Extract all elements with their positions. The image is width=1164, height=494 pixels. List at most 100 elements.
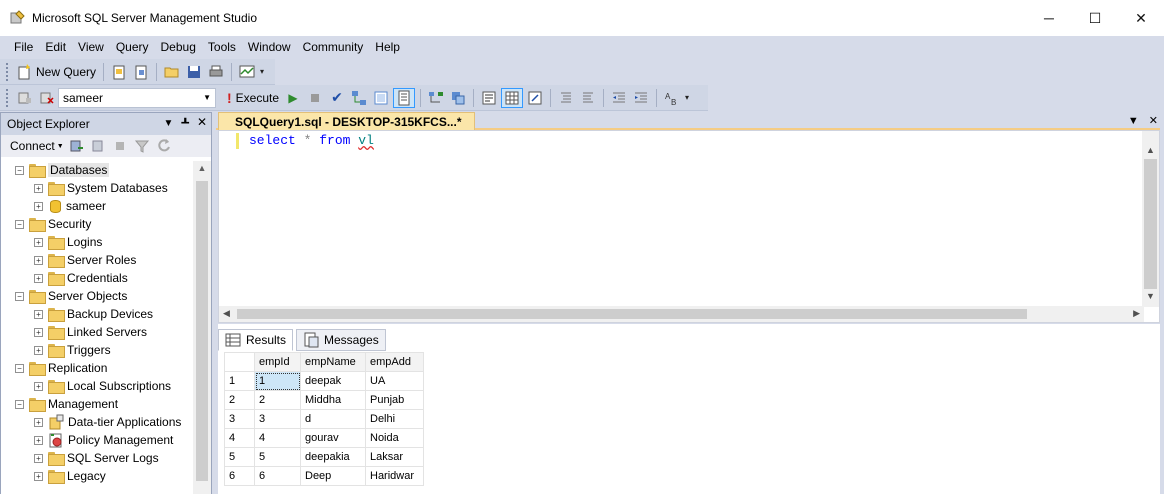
expand-icon[interactable]: +: [34, 327, 43, 337]
available-databases-select[interactable]: sameer ▼: [58, 87, 216, 108]
cell-empadd[interactable]: Haridwar: [365, 466, 424, 486]
decrease-indent-button[interactable]: [609, 88, 629, 108]
tree-node[interactable]: − Security: [1, 215, 193, 233]
parse-button[interactable]: ✔: [327, 88, 347, 108]
expand-icon[interactable]: +: [34, 435, 43, 445]
cell-empadd[interactable]: Noida: [365, 428, 424, 448]
activity-monitor-button[interactable]: [237, 62, 257, 82]
open-file-button[interactable]: [162, 62, 182, 82]
database-engine-query-button[interactable]: [109, 62, 129, 82]
toolbar-grip[interactable]: [6, 88, 10, 107]
cell-empname[interactable]: Deep: [300, 466, 366, 486]
connect-dropdown-button[interactable]: Connect ▼: [10, 136, 64, 156]
collapse-icon[interactable]: −: [15, 165, 24, 175]
results-to-grid-button[interactable]: [393, 87, 416, 108]
chevron-up-icon[interactable]: ▲: [193, 163, 211, 173]
chevron-up-icon[interactable]: ▲: [1146, 145, 1155, 155]
cell-empname[interactable]: deepak: [300, 371, 366, 391]
editor-horizontal-scrollbar[interactable]: ◀ ▶: [219, 306, 1144, 322]
menu-edit[interactable]: Edit: [39, 36, 72, 58]
disconnect-button[interactable]: [37, 88, 57, 108]
column-header-empid[interactable]: empId: [254, 352, 301, 372]
collapse-icon[interactable]: −: [15, 291, 24, 301]
object-explorer-scrollbar[interactable]: ▲: [193, 161, 211, 494]
tree-node[interactable]: + SQL Server Logs: [1, 449, 193, 467]
toolbar-grip[interactable]: [6, 62, 10, 81]
chevron-down-icon[interactable]: ▼: [1146, 291, 1155, 301]
cell-empname[interactable]: Middha: [300, 390, 366, 410]
toolbar-overflow-icon[interactable]: ▾: [260, 67, 264, 76]
cell-empid[interactable]: 3: [254, 409, 301, 429]
chevron-right-icon[interactable]: ▶: [1133, 308, 1140, 319]
connect-button[interactable]: [15, 88, 35, 108]
stop-button[interactable]: [110, 136, 130, 156]
menu-file[interactable]: File: [8, 36, 39, 58]
menu-view[interactable]: View: [72, 36, 110, 58]
comment-button[interactable]: [556, 88, 576, 108]
tab-list-icon[interactable]: ▼: [1128, 112, 1139, 130]
tree-node[interactable]: + Local Subscriptions: [1, 377, 193, 395]
expand-icon[interactable]: +: [34, 471, 43, 481]
increase-indent-button[interactable]: [631, 88, 651, 108]
table-row[interactable]: 3 3 d Delhi: [224, 409, 424, 429]
column-header-empadd[interactable]: empAdd: [365, 352, 424, 372]
results-to-grid-alt-button[interactable]: [501, 87, 524, 108]
cell-empid[interactable]: 5: [254, 447, 301, 467]
close-tab-icon[interactable]: ✕: [1149, 112, 1158, 130]
column-header-empname[interactable]: empName: [300, 352, 366, 372]
cell-empid[interactable]: 6: [254, 466, 301, 486]
editor-vertical-scrollbar[interactable]: ▲ ▼: [1142, 131, 1159, 307]
menu-debug[interactable]: Debug: [155, 36, 202, 58]
cell-empadd[interactable]: Punjab: [365, 390, 424, 410]
execute-button[interactable]: ! Execute: [225, 88, 281, 108]
debug-button[interactable]: ▶: [283, 88, 303, 108]
close-icon[interactable]: ✕: [197, 115, 207, 133]
table-row[interactable]: 1 1 deepak UA: [224, 371, 424, 391]
menu-tools[interactable]: Tools: [202, 36, 242, 58]
row-number-cell[interactable]: 4: [224, 428, 255, 448]
cell-empname[interactable]: gourav: [300, 428, 366, 448]
chevron-left-icon[interactable]: ◀: [223, 308, 230, 319]
tree-node[interactable]: + System Databases: [1, 179, 193, 197]
table-row[interactable]: 6 6 Deep Haridwar: [224, 466, 424, 486]
save-button[interactable]: [184, 62, 204, 82]
tree-node[interactable]: + Backup Devices: [1, 305, 193, 323]
expand-icon[interactable]: +: [34, 183, 43, 193]
query-editor[interactable]: select * from vl ▲ ▼ ◀ ▶: [218, 130, 1160, 323]
collapse-icon[interactable]: −: [15, 363, 24, 373]
expand-icon[interactable]: +: [34, 345, 43, 355]
cell-empid[interactable]: 1: [254, 371, 301, 391]
tree-node[interactable]: + Data-tier Applications: [1, 413, 193, 431]
print-button[interactable]: [206, 62, 226, 82]
close-button[interactable]: ✕: [1118, 0, 1164, 36]
tree-node[interactable]: + Legacy: [1, 467, 193, 485]
menu-window[interactable]: Window: [242, 36, 297, 58]
sql-code[interactable]: select * from vl: [249, 133, 374, 149]
expand-icon[interactable]: +: [34, 237, 43, 247]
oe-connect-button[interactable]: [66, 136, 86, 156]
expand-icon[interactable]: +: [34, 381, 43, 391]
tree-node[interactable]: + Triggers: [1, 341, 193, 359]
table-row[interactable]: 4 4 gourav Noida: [224, 428, 424, 448]
row-number-cell[interactable]: 1: [224, 371, 255, 391]
window-position-icon[interactable]: ▼: [164, 115, 174, 133]
tree-node[interactable]: + Linked Servers: [1, 323, 193, 341]
specify-template-values-button[interactable]: AB: [662, 88, 682, 108]
row-number-header[interactable]: [224, 352, 255, 372]
row-number-cell[interactable]: 5: [224, 447, 255, 467]
tree-node[interactable]: + Policy Management: [1, 431, 193, 449]
expand-icon[interactable]: +: [34, 453, 43, 463]
tree-node[interactable]: − Management: [1, 395, 193, 413]
collapse-icon[interactable]: −: [15, 219, 24, 229]
tree-node[interactable]: + Credentials: [1, 269, 193, 287]
tab-results[interactable]: Results: [218, 329, 294, 351]
menu-community[interactable]: Community: [297, 36, 370, 58]
query-tab[interactable]: SQLQuery1.sql - DESKTOP-315KFCS...*: [218, 112, 475, 130]
cancel-query-button[interactable]: [305, 88, 325, 108]
client-statistics-button[interactable]: [448, 88, 468, 108]
collapse-icon[interactable]: −: [15, 399, 24, 409]
table-row[interactable]: 2 2 Middha Punjab: [224, 390, 424, 410]
tree-node[interactable]: − Databases: [1, 161, 193, 179]
cell-empadd[interactable]: Laksar: [365, 447, 424, 467]
menu-help[interactable]: Help: [369, 36, 406, 58]
